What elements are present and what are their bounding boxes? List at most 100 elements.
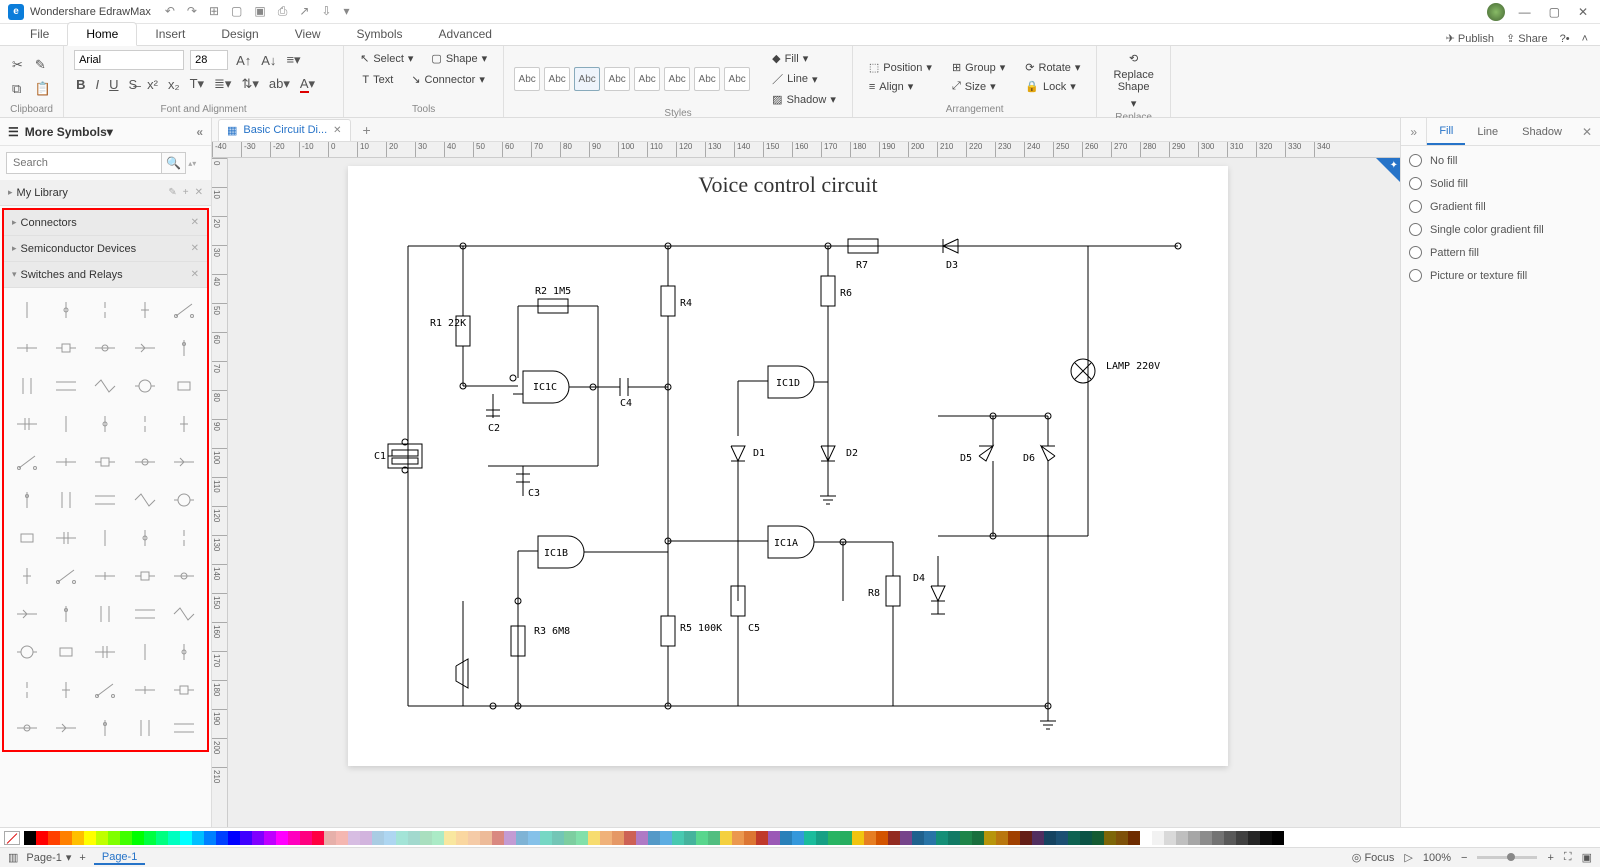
color-swatch[interactable] <box>1152 831 1164 845</box>
color-swatch[interactable] <box>312 831 324 845</box>
symbol-item[interactable] <box>128 484 161 516</box>
color-swatch[interactable] <box>384 831 396 845</box>
color-swatch[interactable] <box>864 831 876 845</box>
color-swatch[interactable] <box>252 831 264 845</box>
color-swatch[interactable] <box>780 831 792 845</box>
color-swatch[interactable] <box>1104 831 1116 845</box>
symbol-item[interactable] <box>128 636 161 668</box>
color-swatch[interactable] <box>744 831 756 845</box>
color-swatch[interactable] <box>468 831 480 845</box>
color-swatch[interactable] <box>684 831 696 845</box>
color-swatch[interactable] <box>948 831 960 845</box>
color-swatch[interactable] <box>672 831 684 845</box>
symbol-item[interactable] <box>49 484 82 516</box>
style-preset-2[interactable]: Abc <box>544 67 570 91</box>
color-swatch[interactable] <box>180 831 192 845</box>
symbol-item[interactable] <box>10 484 43 516</box>
open-icon[interactable]: ▢ <box>231 4 242 19</box>
color-swatch[interactable] <box>768 831 780 845</box>
symbol-item[interactable] <box>49 332 82 364</box>
spacing-icon[interactable]: ⇅▾ <box>239 74 260 94</box>
color-swatch[interactable] <box>1032 831 1044 845</box>
zoom-slider[interactable] <box>1477 856 1537 859</box>
underline-icon[interactable]: U <box>107 75 120 94</box>
symbol-item[interactable] <box>128 712 161 744</box>
color-swatch[interactable] <box>504 831 516 845</box>
canvas[interactable]: ✦ Voice control circuit <box>228 158 1400 827</box>
page-select[interactable]: Page-1 ▾ <box>26 851 71 864</box>
color-swatch[interactable] <box>900 831 912 845</box>
color-swatch[interactable] <box>36 831 48 845</box>
symbol-item[interactable] <box>49 446 82 478</box>
connector-button[interactable]: ↘ Connector▾ <box>405 71 491 88</box>
color-swatch[interactable] <box>1272 831 1284 845</box>
symbol-item[interactable] <box>49 370 82 402</box>
fill-option[interactable]: Picture or texture fill <box>1409 269 1592 282</box>
italic-icon[interactable]: I <box>93 75 101 94</box>
cat-close-icon[interactable]: ✕ <box>191 217 199 228</box>
search-scroll-icon[interactable]: ▴▾ <box>188 152 205 174</box>
font-color-icon[interactable]: A▾ <box>298 74 317 94</box>
fullscreen-icon[interactable]: ▣ <box>1582 851 1592 864</box>
bold-icon[interactable]: B <box>74 75 87 94</box>
symbol-item[interactable] <box>128 598 161 630</box>
shape-button[interactable]: ▢ Shape▾ <box>425 50 493 67</box>
line-button[interactable]: ／ Line▾ <box>766 69 842 89</box>
symbol-item[interactable] <box>89 294 122 326</box>
category-semiconductor[interactable]: ▸Semiconductor Devices ✕ <box>4 236 207 262</box>
color-swatch[interactable] <box>1068 831 1080 845</box>
symbol-item[interactable] <box>128 560 161 592</box>
close-icon[interactable]: ✕ <box>1574 5 1592 19</box>
color-swatch[interactable] <box>660 831 672 845</box>
symbol-item[interactable] <box>168 598 201 630</box>
color-swatch[interactable] <box>960 831 972 845</box>
symbol-item[interactable] <box>89 484 122 516</box>
color-swatch[interactable] <box>852 831 864 845</box>
symbol-item[interactable] <box>49 712 82 744</box>
color-swatch[interactable] <box>396 831 408 845</box>
color-swatch[interactable] <box>516 831 528 845</box>
symbol-item[interactable] <box>168 712 201 744</box>
symbol-item[interactable] <box>10 332 43 364</box>
add-doc-icon[interactable]: + <box>355 122 379 138</box>
align-button[interactable]: ≡ Align▾ <box>863 78 938 95</box>
text-button[interactable]: T Text <box>356 72 399 88</box>
color-swatch[interactable] <box>456 831 468 845</box>
symbol-item[interactable] <box>10 522 43 554</box>
color-swatch[interactable] <box>156 831 168 845</box>
focus-button[interactable]: ◎ Focus <box>1352 851 1395 864</box>
tab-symbols[interactable]: Symbols <box>339 23 421 45</box>
fill-option[interactable]: Solid fill <box>1409 177 1592 190</box>
color-swatch[interactable] <box>612 831 624 845</box>
symbol-item[interactable] <box>168 370 201 402</box>
rotate-button[interactable]: ⟳ Rotate▾ <box>1019 59 1086 76</box>
color-swatch[interactable] <box>1092 831 1104 845</box>
color-swatch[interactable] <box>840 831 852 845</box>
redo-icon[interactable]: ↷ <box>187 4 197 19</box>
color-swatch[interactable] <box>1056 831 1068 845</box>
symbol-item[interactable] <box>10 560 43 592</box>
case-icon[interactable]: T▾ <box>188 74 206 94</box>
font-size-select[interactable] <box>190 50 228 70</box>
new-icon[interactable]: ⊞ <box>209 4 219 19</box>
color-swatch[interactable] <box>420 831 432 845</box>
color-swatch[interactable] <box>804 831 816 845</box>
symbol-item[interactable] <box>89 598 122 630</box>
minimize-icon[interactable]: — <box>1515 5 1535 19</box>
color-swatch[interactable] <box>696 831 708 845</box>
collapse-panel-icon[interactable]: « <box>196 125 203 139</box>
help-icon[interactable]: ?• <box>1560 33 1570 45</box>
print-icon[interactable]: ⎙ <box>278 4 288 19</box>
symbol-item[interactable] <box>10 370 43 402</box>
tab-home[interactable]: Home <box>67 22 137 46</box>
collapse-ribbon-icon[interactable]: ˄ <box>1582 33 1588 45</box>
position-button[interactable]: ⬚ Position▾ <box>863 59 938 76</box>
color-swatch[interactable] <box>624 831 636 845</box>
symbol-item[interactable] <box>168 560 201 592</box>
fill-option[interactable]: No fill <box>1409 154 1592 167</box>
color-swatch[interactable] <box>336 831 348 845</box>
symbol-item[interactable] <box>49 294 82 326</box>
color-swatch[interactable] <box>732 831 744 845</box>
fill-option[interactable]: Gradient fill <box>1409 200 1592 213</box>
symbol-item[interactable] <box>89 370 122 402</box>
